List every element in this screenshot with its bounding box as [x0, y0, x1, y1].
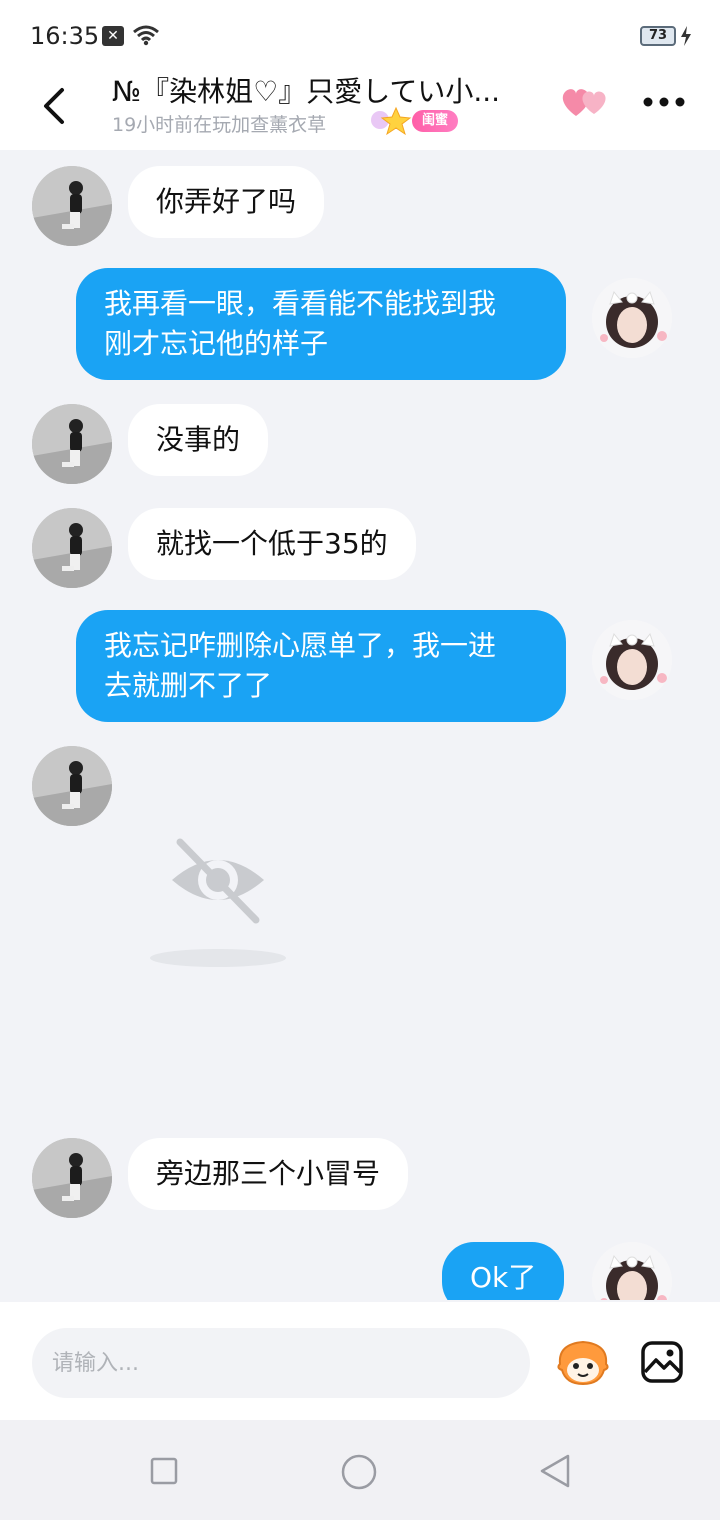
message-bubble[interactable]: 没事的: [128, 404, 269, 476]
recent-apps-button[interactable]: [150, 1457, 178, 1485]
hidden-image-message[interactable]: [128, 740, 308, 1110]
message-text: Ok了: [470, 1261, 537, 1294]
own-avatar[interactable]: [592, 620, 672, 700]
message-bubble-own[interactable]: 我再看一眼，看看能不能找到我 刚才忘记他的样子: [76, 268, 566, 380]
emoji-button[interactable]: [554, 1338, 612, 1388]
message-input-wrapper[interactable]: [32, 1328, 530, 1398]
message-bubble[interactable]: 旁边那三个小冒号: [128, 1138, 409, 1210]
message-text: 刚才忘记他的样子: [104, 327, 329, 360]
status-bar: 16:35 ✕ 73: [0, 0, 720, 70]
contact-avatar[interactable]: [32, 404, 112, 484]
message-bubble[interactable]: 你弄好了吗: [128, 166, 325, 238]
message-text: 就找一个低于35的: [156, 527, 388, 560]
battery-indicator: 73: [640, 26, 676, 46]
chat-subtitle: 19小时前在玩加查薰衣草: [112, 114, 327, 136]
message-list[interactable]: 你弄好了吗 我再看一眼，看看能不能找到我 刚才忘记他的样子 没事的 就找一个低于…: [0, 150, 720, 1300]
message-text: 你弄好了吗: [156, 185, 297, 218]
chat-screen: 16:35 ✕ 73 №『染林姐♡』只愛してい小... 19小时前在玩加查薰衣草…: [0, 0, 720, 1520]
contact-avatar[interactable]: [32, 1138, 112, 1218]
notification-x-icon: ✕: [102, 26, 124, 46]
message-text: 没事的: [156, 423, 241, 456]
nav-back-button[interactable]: [538, 1453, 572, 1489]
contact-avatar[interactable]: [32, 508, 112, 588]
composer-bar: [0, 1302, 720, 1420]
charging-icon: [681, 26, 691, 46]
message-text: 去就删不了了: [104, 669, 273, 702]
contact-avatar-image: [32, 404, 112, 484]
contact-avatar-image: [32, 166, 112, 246]
own-avatar-image: [592, 620, 672, 700]
game-star-icon: [371, 106, 412, 136]
hearts-icon[interactable]: [560, 84, 610, 120]
message-text: 旁边那三个小冒号: [156, 1157, 381, 1190]
message-text: 我忘记咋删除心愿单了，我一进: [104, 629, 497, 662]
contact-avatar-image: [32, 1138, 112, 1218]
contact-avatar[interactable]: [32, 166, 112, 246]
own-avatar-image: [592, 278, 672, 358]
message-text: 我再看一眼，看看能不能找到我: [104, 287, 497, 320]
message-bubble[interactable]: 就找一个低于35的: [128, 508, 416, 580]
wifi-icon: [133, 25, 159, 46]
message-bubble-own[interactable]: Ok了: [442, 1242, 565, 1300]
home-button[interactable]: [341, 1454, 377, 1490]
own-avatar[interactable]: [592, 278, 672, 358]
more-options-button[interactable]: [640, 88, 688, 116]
relationship-badge: 闺蜜: [412, 110, 459, 132]
contact-avatar-image: [32, 746, 112, 826]
message-bubble-own[interactable]: 我忘记咋删除心愿单了，我一进 去就删不了了: [76, 610, 566, 722]
image-picker-button[interactable]: [640, 1340, 684, 1384]
own-avatar[interactable]: [592, 1242, 672, 1300]
status-time: 16:35: [30, 22, 100, 50]
back-button[interactable]: [32, 76, 76, 136]
chat-title[interactable]: №『染林姐♡』只愛してい小...: [112, 70, 552, 110]
message-input[interactable]: [32, 1328, 492, 1398]
contact-avatar[interactable]: [32, 746, 112, 826]
contact-avatar-image: [32, 508, 112, 588]
own-avatar-image: [592, 1242, 672, 1300]
eye-off-icon: [150, 838, 286, 967]
system-nav-bar: [0, 1420, 720, 1520]
chat-header: №『染林姐♡』只愛してい小... 19小时前在玩加查薰衣草 闺蜜: [0, 70, 720, 150]
